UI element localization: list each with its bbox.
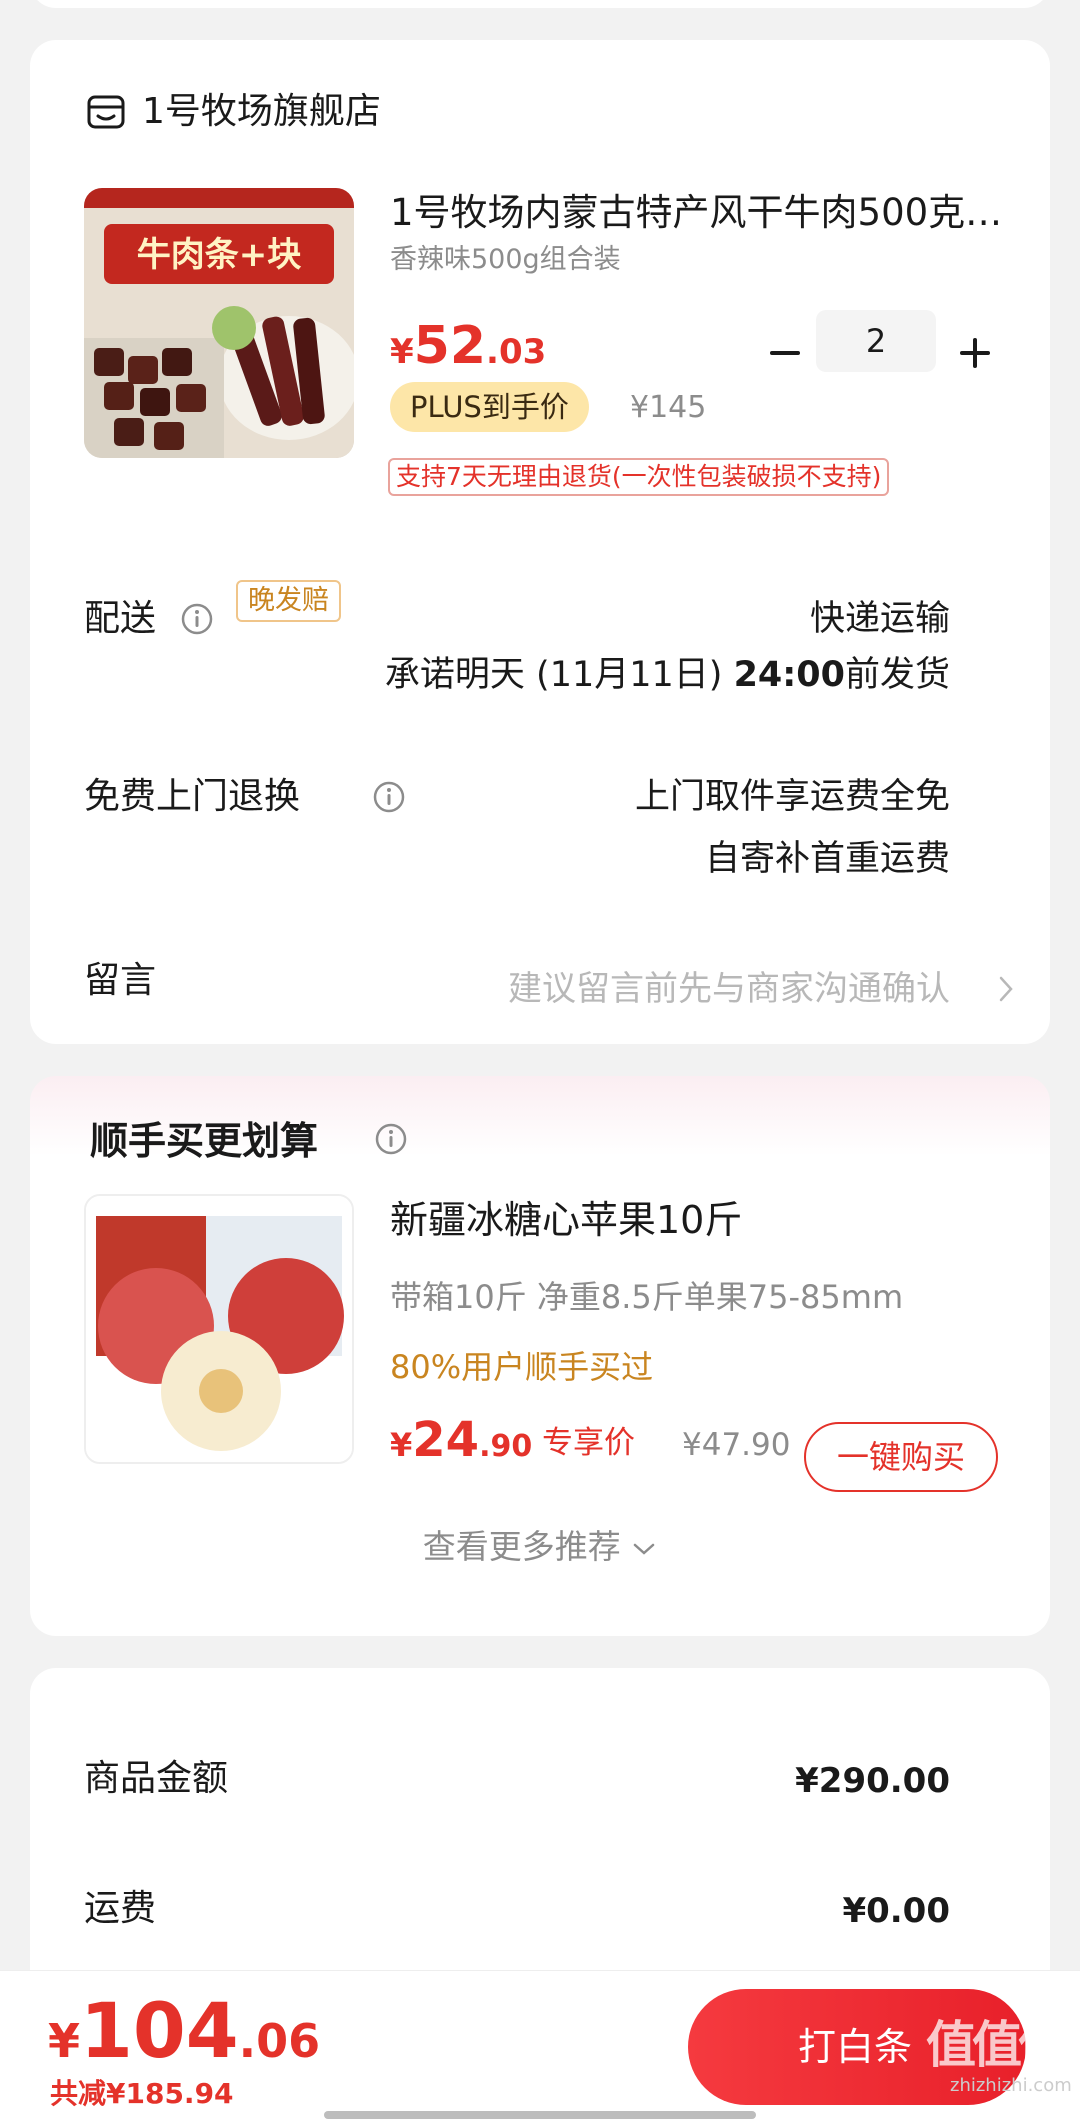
price-integer: 52	[413, 316, 487, 376]
recommend-card: 顺手买更划算 新疆冰糖心苹果10斤 带箱10斤 净重8.5斤单果75-85mm …	[30, 1076, 1050, 1636]
product-title[interactable]: 1号牧场内蒙古特产风干牛肉500克装草原手撕牛肉干	[390, 190, 1030, 236]
delivery-promise-suffix: 前发货	[844, 655, 950, 695]
delivery-promise-prefix: 承诺明天 (11月11日)	[384, 655, 734, 695]
recommend-product-image[interactable]	[84, 1194, 354, 1464]
exclusive-price-label: 专享价	[542, 1425, 635, 1461]
product-image[interactable]: 牛肉条+块	[84, 188, 354, 458]
return-policy-tag: 支持7天无理由退货(一次性包装破损不支持)	[388, 458, 890, 496]
shipping-fee-value: ¥0.00	[842, 1891, 950, 1931]
delivery-label: 配送	[84, 598, 157, 639]
info-icon[interactable]	[372, 780, 406, 814]
quantity-increase-button[interactable]	[954, 332, 996, 374]
product-price: ¥52.03	[390, 316, 546, 388]
store-name[interactable]: 1号牧场旗舰店	[142, 90, 381, 134]
recommend-price-integer: 24	[412, 1412, 480, 1468]
order-card: 1号牧场旗舰店 牛肉条+块 1号牧场内蒙古特产风干牛肉500克装草原手撕牛肉干 …	[30, 40, 1050, 1044]
note-input[interactable]: 建议留言前先与商家沟通确认	[508, 966, 950, 1012]
recommend-bought-percentage: 80%用户顺手买过	[390, 1348, 654, 1386]
recommend-title: 顺手买更划算	[90, 1119, 319, 1163]
recommend-product-name[interactable]: 新疆冰糖心苹果10斤	[390, 1196, 742, 1244]
goods-amount-label: 商品金额	[84, 1758, 229, 1799]
info-icon[interactable]	[180, 602, 214, 636]
delivery-promise: 承诺明天 (11月11日) 24:00前发货	[385, 652, 950, 698]
product-spec[interactable]: 香辣味500g组合装	[390, 242, 621, 278]
previous-card-edge	[30, 0, 1050, 8]
checkout-bar: ¥104.06 共减¥185.94 打白条 值值值 zhizhizhi.com	[0, 1970, 1080, 2120]
total-decimal: .06	[238, 2014, 321, 2068]
quantity-input[interactable]: 2	[816, 310, 936, 372]
recommend-price-currency: ¥	[390, 1426, 413, 1464]
recommend-price: ¥24.90	[390, 1410, 532, 1481]
price-currency: ¥	[390, 332, 414, 372]
free-return-label: 免费上门退换	[84, 776, 301, 817]
see-more-label: 查看更多推荐	[422, 1527, 621, 1566]
recommend-original-price: ¥47.90	[682, 1427, 791, 1463]
watermark-logo: 值值值	[926, 2016, 1068, 2074]
late-compensation-badge: 晚发赔	[236, 580, 341, 622]
chevron-right-icon[interactable]	[996, 974, 1016, 1004]
watermark-url: zhizhizhi.com	[950, 2075, 1072, 2096]
see-more-recommendations-link[interactable]: 查看更多推荐	[30, 1524, 1050, 1570]
note-label: 留言	[84, 960, 157, 1001]
delivery-method[interactable]: 快递运输	[810, 596, 950, 642]
recommend-product-spec: 带箱10斤 净重8.5斤单果75-85mm	[390, 1278, 904, 1316]
quantity-decrease-button[interactable]	[764, 332, 806, 374]
total-discount[interactable]: 共减¥185.94	[50, 2077, 234, 2111]
recommend-price-decimal: .90	[479, 1429, 533, 1464]
home-indicator[interactable]	[324, 2111, 756, 2119]
one-click-buy-button[interactable]: 一键购买	[804, 1422, 998, 1492]
store-icon	[87, 95, 125, 129]
total-currency: ¥	[48, 2014, 81, 2068]
return-pickup-text: 上门取件享运费全免	[634, 777, 950, 817]
price-decimal: .03	[486, 332, 547, 372]
shipping-fee-label: 运费	[84, 1888, 157, 1929]
plus-price-badge: PLUS到手价	[390, 382, 589, 432]
total-integer: 104	[80, 1986, 239, 2075]
goods-amount-value: ¥290.00	[795, 1761, 950, 1801]
delivery-promise-time: 24:00	[733, 655, 845, 695]
chevron-down-icon	[634, 1543, 655, 1555]
original-price: ¥145	[630, 390, 707, 425]
info-icon[interactable]	[374, 1122, 408, 1156]
return-self-send-text: 自寄补首重运费	[704, 839, 950, 879]
product-image-caption: 牛肉条+块	[137, 235, 302, 275]
